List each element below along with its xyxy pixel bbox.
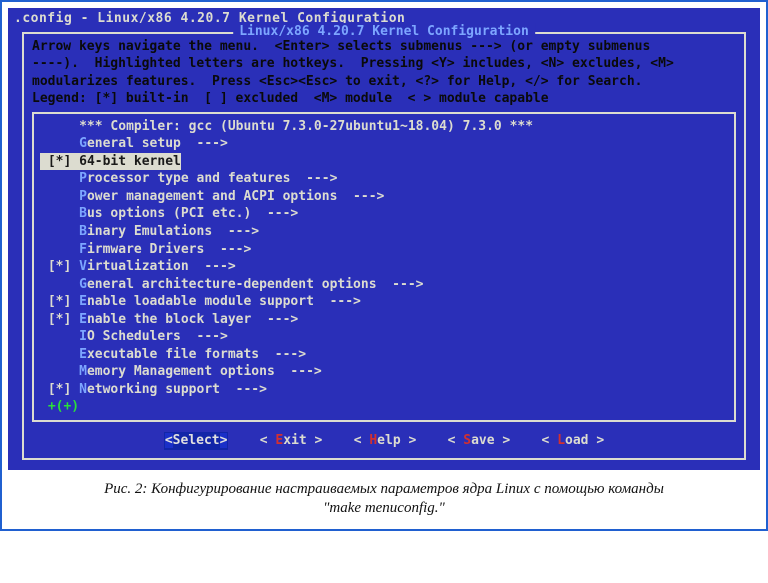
instruction-line: ----). Highlighted letters are hotkeys. … <box>32 55 736 73</box>
menu-item[interactable]: General architecture-dependent options -… <box>40 276 728 294</box>
button-row: Select Exit Help Save Load <box>32 422 736 450</box>
main-panel: Linux/x86 4.20.7 Kernel Configuration Ar… <box>22 32 746 460</box>
menu-item[interactable]: Binary Emulations ---> <box>40 223 728 241</box>
menu-item[interactable]: [*]Enable loadable module support ---> <box>40 293 728 311</box>
terminal-window: .config - Linux/x86 4.20.7 Kernel Config… <box>8 8 760 470</box>
menu-item[interactable]: IO Schedulers ---> <box>40 328 728 346</box>
menu-item[interactable]: Executable file formats ---> <box>40 346 728 364</box>
help-button[interactable]: Help <box>354 432 417 450</box>
menu-item[interactable]: Processor type and features ---> <box>40 170 728 188</box>
compiler-banner: *** Compiler: gcc (Ubuntu 7.3.0-27ubuntu… <box>40 118 728 136</box>
menu-item[interactable]: Bus options (PCI etc.) ---> <box>40 205 728 223</box>
menu-panel: *** Compiler: gcc (Ubuntu 7.3.0-27ubuntu… <box>32 112 736 422</box>
instruction-line: Arrow keys navigate the menu. <Enter> se… <box>32 38 736 56</box>
menu-item[interactable]: Memory Management options ---> <box>40 363 728 381</box>
menu-item[interactable]: [*]64-bit kernel <box>40 153 728 171</box>
menu-item[interactable]: [*]Networking support ---> <box>40 381 728 399</box>
load-button[interactable]: Load <box>542 432 605 450</box>
instructions: Arrow keys navigate the menu. <Enter> se… <box>32 38 736 108</box>
exit-button[interactable]: Exit <box>260 432 323 450</box>
save-button[interactable]: Save <box>448 432 511 450</box>
menu-item[interactable]: Firmware Drivers ---> <box>40 241 728 259</box>
panel-caption: Linux/x86 4.20.7 Kernel Configuration <box>233 23 535 41</box>
scroll-indicator: +(+) <box>40 398 728 416</box>
instruction-line: Legend: [*] built-in [ ] excluded <M> mo… <box>32 90 736 108</box>
menu-item[interactable]: [*]Virtualization ---> <box>40 258 728 276</box>
select-button[interactable]: Select <box>164 432 229 450</box>
menu-item[interactable]: General setup ---> <box>40 135 728 153</box>
menu-item[interactable]: Power management and ACPI options ---> <box>40 188 728 206</box>
instruction-line: modularizes features. Press <Esc><Esc> t… <box>32 73 736 91</box>
figure-caption: Рис. 2: Конфигурирование настраиваемых п… <box>8 470 760 523</box>
menu-item[interactable]: [*]Enable the block layer ---> <box>40 311 728 329</box>
figure-wrap: .config - Linux/x86 4.20.7 Kernel Config… <box>0 0 768 531</box>
